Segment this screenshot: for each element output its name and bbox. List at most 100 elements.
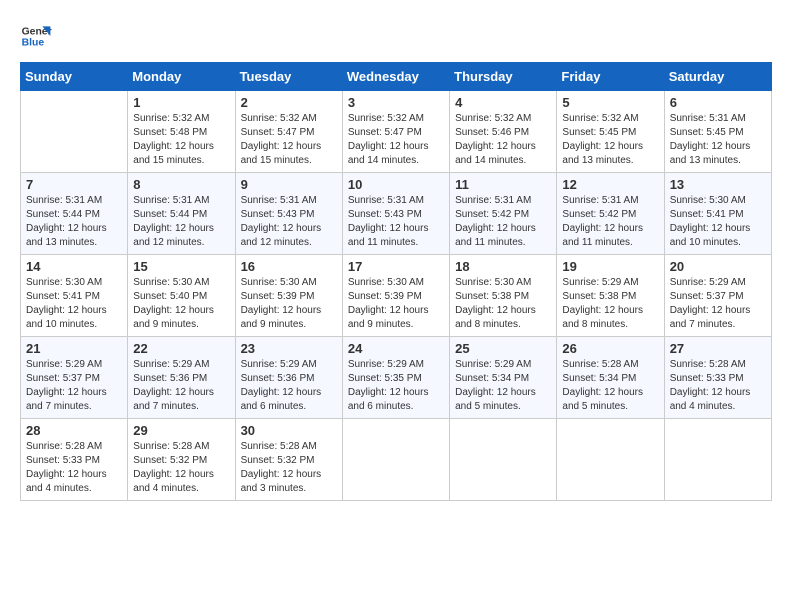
day-number: 5 xyxy=(562,95,658,110)
day-number: 7 xyxy=(26,177,122,192)
day-info: Sunrise: 5:30 AM Sunset: 5:39 PM Dayligh… xyxy=(348,276,444,332)
week-row-5: 28 Sunrise: 5:28 AM Sunset: 5:33 PM Dayli… xyxy=(21,419,772,501)
day-number: 23 xyxy=(241,341,337,356)
day-info: Sunrise: 5:28 AM Sunset: 5:33 PM Dayligh… xyxy=(26,440,122,496)
day-info: Sunrise: 5:29 AM Sunset: 5:35 PM Dayligh… xyxy=(348,358,444,414)
day-info: Sunrise: 5:29 AM Sunset: 5:36 PM Dayligh… xyxy=(241,358,337,414)
day-info: Sunrise: 5:30 AM Sunset: 5:39 PM Dayligh… xyxy=(241,276,337,332)
day-info: Sunrise: 5:31 AM Sunset: 5:43 PM Dayligh… xyxy=(348,194,444,250)
calendar-cell xyxy=(557,419,664,501)
day-info: Sunrise: 5:32 AM Sunset: 5:48 PM Dayligh… xyxy=(133,112,229,168)
day-info: Sunrise: 5:32 AM Sunset: 5:47 PM Dayligh… xyxy=(348,112,444,168)
day-info: Sunrise: 5:30 AM Sunset: 5:38 PM Dayligh… xyxy=(455,276,551,332)
calendar-cell xyxy=(664,419,771,501)
weekday-header-row: SundayMondayTuesdayWednesdayThursdayFrid… xyxy=(21,63,772,91)
day-number: 12 xyxy=(562,177,658,192)
day-number: 6 xyxy=(670,95,766,110)
calendar-cell: 10 Sunrise: 5:31 AM Sunset: 5:43 PM Dayli… xyxy=(342,173,449,255)
day-number: 8 xyxy=(133,177,229,192)
day-info: Sunrise: 5:29 AM Sunset: 5:37 PM Dayligh… xyxy=(670,276,766,332)
day-info: Sunrise: 5:31 AM Sunset: 5:42 PM Dayligh… xyxy=(455,194,551,250)
weekday-header-wednesday: Wednesday xyxy=(342,63,449,91)
week-row-1: 1 Sunrise: 5:32 AM Sunset: 5:48 PM Daylig… xyxy=(21,91,772,173)
day-number: 19 xyxy=(562,259,658,274)
week-row-3: 14 Sunrise: 5:30 AM Sunset: 5:41 PM Dayli… xyxy=(21,255,772,337)
day-info: Sunrise: 5:28 AM Sunset: 5:32 PM Dayligh… xyxy=(241,440,337,496)
day-info: Sunrise: 5:30 AM Sunset: 5:41 PM Dayligh… xyxy=(26,276,122,332)
calendar-cell: 15 Sunrise: 5:30 AM Sunset: 5:40 PM Dayli… xyxy=(128,255,235,337)
day-number: 29 xyxy=(133,423,229,438)
day-number: 16 xyxy=(241,259,337,274)
day-info: Sunrise: 5:29 AM Sunset: 5:36 PM Dayligh… xyxy=(133,358,229,414)
day-number: 9 xyxy=(241,177,337,192)
day-info: Sunrise: 5:31 AM Sunset: 5:45 PM Dayligh… xyxy=(670,112,766,168)
calendar-cell: 12 Sunrise: 5:31 AM Sunset: 5:42 PM Dayli… xyxy=(557,173,664,255)
calendar-cell: 30 Sunrise: 5:28 AM Sunset: 5:32 PM Dayli… xyxy=(235,419,342,501)
day-number: 27 xyxy=(670,341,766,356)
calendar-cell xyxy=(21,91,128,173)
weekday-header-tuesday: Tuesday xyxy=(235,63,342,91)
calendar-cell xyxy=(342,419,449,501)
calendar-cell: 23 Sunrise: 5:29 AM Sunset: 5:36 PM Dayli… xyxy=(235,337,342,419)
calendar-table: SundayMondayTuesdayWednesdayThursdayFrid… xyxy=(20,62,772,501)
calendar-cell: 3 Sunrise: 5:32 AM Sunset: 5:47 PM Daylig… xyxy=(342,91,449,173)
calendar-cell: 2Sunrise: 5:32 AM Sunset: 5:47 PM Daylig… xyxy=(235,91,342,173)
day-info: Sunrise: 5:28 AM Sunset: 5:33 PM Dayligh… xyxy=(670,358,766,414)
day-info: Sunrise: 5:30 AM Sunset: 5:41 PM Dayligh… xyxy=(670,194,766,250)
calendar-cell: 17 Sunrise: 5:30 AM Sunset: 5:39 PM Dayli… xyxy=(342,255,449,337)
day-info: Sunrise: 5:28 AM Sunset: 5:34 PM Dayligh… xyxy=(562,358,658,414)
day-info: Sunrise: 5:28 AM Sunset: 5:32 PM Dayligh… xyxy=(133,440,229,496)
day-number: 18 xyxy=(455,259,551,274)
weekday-header-saturday: Saturday xyxy=(664,63,771,91)
day-number: 14 xyxy=(26,259,122,274)
day-info: Sunrise: 5:29 AM Sunset: 5:37 PM Dayligh… xyxy=(26,358,122,414)
calendar-cell: 18 Sunrise: 5:30 AM Sunset: 5:38 PM Dayli… xyxy=(450,255,557,337)
calendar-cell: 14 Sunrise: 5:30 AM Sunset: 5:41 PM Dayli… xyxy=(21,255,128,337)
calendar-cell: 16 Sunrise: 5:30 AM Sunset: 5:39 PM Dayli… xyxy=(235,255,342,337)
calendar-cell: 22 Sunrise: 5:29 AM Sunset: 5:36 PM Dayli… xyxy=(128,337,235,419)
day-info: Sunrise: 5:29 AM Sunset: 5:38 PM Dayligh… xyxy=(562,276,658,332)
calendar-cell: 21Sunrise: 5:29 AM Sunset: 5:37 PM Dayli… xyxy=(21,337,128,419)
calendar-body: 1 Sunrise: 5:32 AM Sunset: 5:48 PM Daylig… xyxy=(21,91,772,501)
calendar-cell: 25Sunrise: 5:29 AM Sunset: 5:34 PM Dayli… xyxy=(450,337,557,419)
calendar-cell: 20 Sunrise: 5:29 AM Sunset: 5:37 PM Dayli… xyxy=(664,255,771,337)
calendar-cell xyxy=(450,419,557,501)
day-number: 28 xyxy=(26,423,122,438)
day-number: 15 xyxy=(133,259,229,274)
calendar-cell: 24Sunrise: 5:29 AM Sunset: 5:35 PM Dayli… xyxy=(342,337,449,419)
day-info: Sunrise: 5:29 AM Sunset: 5:34 PM Dayligh… xyxy=(455,358,551,414)
calendar-cell: 29 Sunrise: 5:28 AM Sunset: 5:32 PM Dayli… xyxy=(128,419,235,501)
calendar-cell: 6 Sunrise: 5:31 AM Sunset: 5:45 PM Daylig… xyxy=(664,91,771,173)
calendar-cell: 8 Sunrise: 5:31 AM Sunset: 5:44 PM Daylig… xyxy=(128,173,235,255)
day-number: 4 xyxy=(455,95,551,110)
weekday-header-sunday: Sunday xyxy=(21,63,128,91)
day-number: 3 xyxy=(348,95,444,110)
calendar-cell: 27 Sunrise: 5:28 AM Sunset: 5:33 PM Dayli… xyxy=(664,337,771,419)
weekday-header-monday: Monday xyxy=(128,63,235,91)
day-info: Sunrise: 5:32 AM Sunset: 5:45 PM Dayligh… xyxy=(562,112,658,168)
day-info: Sunrise: 5:30 AM Sunset: 5:40 PM Dayligh… xyxy=(133,276,229,332)
calendar-cell: 13 Sunrise: 5:30 AM Sunset: 5:41 PM Dayli… xyxy=(664,173,771,255)
svg-text:Blue: Blue xyxy=(22,38,45,49)
day-info: Sunrise: 5:31 AM Sunset: 5:44 PM Dayligh… xyxy=(133,194,229,250)
day-number: 20 xyxy=(670,259,766,274)
day-number: 17 xyxy=(348,259,444,274)
day-info: Sunrise: 5:32 AM Sunset: 5:47 PM Dayligh… xyxy=(241,112,337,168)
week-row-4: 21Sunrise: 5:29 AM Sunset: 5:37 PM Dayli… xyxy=(21,337,772,419)
week-row-2: 7 Sunrise: 5:31 AM Sunset: 5:44 PM Daylig… xyxy=(21,173,772,255)
day-number: 22 xyxy=(133,341,229,356)
day-info: Sunrise: 5:31 AM Sunset: 5:43 PM Dayligh… xyxy=(241,194,337,250)
calendar-cell: 28 Sunrise: 5:28 AM Sunset: 5:33 PM Dayli… xyxy=(21,419,128,501)
day-info: Sunrise: 5:31 AM Sunset: 5:42 PM Dayligh… xyxy=(562,194,658,250)
day-number: 26 xyxy=(562,341,658,356)
page-header: General Blue xyxy=(20,20,772,52)
calendar-cell: 26 Sunrise: 5:28 AM Sunset: 5:34 PM Dayli… xyxy=(557,337,664,419)
weekday-header-friday: Friday xyxy=(557,63,664,91)
day-number: 10 xyxy=(348,177,444,192)
day-number: 13 xyxy=(670,177,766,192)
logo-icon: General Blue xyxy=(20,20,52,52)
day-number: 1 xyxy=(133,95,229,110)
day-number: 30 xyxy=(241,423,337,438)
day-number: 11 xyxy=(455,177,551,192)
calendar-cell: 7Sunrise: 5:31 AM Sunset: 5:44 PM Daylig… xyxy=(21,173,128,255)
